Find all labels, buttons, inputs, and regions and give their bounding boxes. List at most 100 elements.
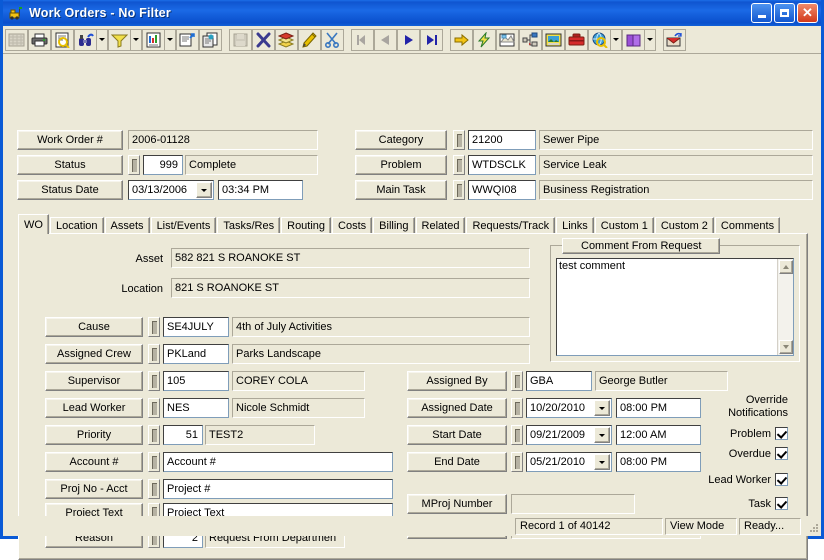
tab-custom-2[interactable]: Custom 2 — [654, 217, 714, 234]
project-number-label[interactable]: Proj No - Acct — [45, 479, 143, 499]
assigned-by-picker-button[interactable] — [511, 371, 523, 391]
assigned-date-picker-button[interactable] — [511, 398, 523, 418]
book-dropdown-arrow[interactable] — [645, 28, 656, 51]
lead-worker-code-field[interactable]: NES — [163, 398, 229, 418]
tab-routing[interactable]: Routing — [281, 217, 332, 234]
account-number-picker-button[interactable] — [148, 452, 160, 472]
tab-costs[interactable]: Costs — [332, 217, 373, 234]
override-overdue-row[interactable]: Overdue — [663, 447, 788, 460]
tab-custom-1[interactable]: Custom 1 — [594, 217, 654, 234]
mail-send-icon[interactable] — [663, 28, 686, 51]
problem-picker-button[interactable] — [453, 155, 465, 175]
problem-label[interactable]: Problem — [355, 155, 447, 175]
assigned-by-code-field[interactable]: GBA — [526, 371, 592, 391]
comment-scrollbar[interactable] — [777, 259, 793, 355]
comment-textarea[interactable]: test comment — [556, 258, 794, 356]
main-task-code-field[interactable]: WWQI08 — [468, 180, 536, 200]
project-number-field[interactable]: Project # — [163, 479, 393, 499]
chevron-down-icon[interactable] — [594, 427, 610, 443]
override-task-row[interactable]: Task — [663, 497, 788, 510]
mproj-number-label[interactable]: MProj Number — [407, 494, 507, 514]
status-code-field[interactable]: 999 — [143, 155, 183, 175]
supervisor-code-field[interactable]: 105 — [163, 371, 229, 391]
priority-code-field[interactable]: 51 — [163, 425, 203, 445]
cut-scissors-icon[interactable] — [321, 28, 344, 51]
globe-dropdown-arrow[interactable] — [611, 28, 622, 51]
tab-wo[interactable]: WO — [18, 214, 49, 234]
chevron-down-icon[interactable] — [594, 454, 610, 470]
lead-worker-label[interactable]: Lead Worker — [45, 398, 143, 418]
resize-grip-icon[interactable] — [805, 519, 819, 533]
lead-worker-picker-button[interactable] — [148, 398, 160, 418]
copy-record-icon[interactable] — [199, 28, 222, 51]
assigned-date-label[interactable]: Assigned Date — [407, 398, 507, 418]
status-date-label[interactable]: Status Date — [17, 180, 123, 200]
tab-list-events[interactable]: List/Events — [150, 217, 217, 234]
account-number-field[interactable]: Account # — [163, 452, 393, 472]
account-number-label[interactable]: Account # — [45, 452, 143, 472]
override-problem-checkbox[interactable] — [775, 427, 788, 440]
assigned-by-label[interactable]: Assigned By — [407, 371, 507, 391]
tab-assets[interactable]: Assets — [104, 217, 150, 234]
chevron-down-icon[interactable] — [594, 400, 610, 416]
report-dropdown-arrow[interactable] — [165, 28, 176, 51]
scroll-down-icon[interactable] — [778, 340, 793, 354]
assigned-crew-label[interactable]: Assigned Crew — [45, 344, 143, 364]
book-icon[interactable] — [622, 28, 645, 51]
main-task-label[interactable]: Main Task — [355, 180, 447, 200]
image-icon[interactable] — [542, 28, 565, 51]
scroll-up-icon[interactable] — [778, 260, 793, 274]
cause-label[interactable]: Cause — [45, 317, 143, 337]
tree-hierarchy-icon[interactable] — [519, 28, 542, 51]
cause-code-field[interactable]: SE4JULY — [163, 317, 229, 337]
goto-arrow-icon[interactable] — [450, 28, 473, 51]
grid-view-icon[interactable] — [5, 28, 28, 51]
start-date-label[interactable]: Start Date — [407, 425, 507, 445]
category-code-field[interactable]: 21200 — [468, 130, 536, 150]
nav-next-icon[interactable] — [397, 28, 420, 51]
lightning-icon[interactable] — [473, 28, 496, 51]
override-problem-row[interactable]: Problem — [663, 427, 788, 440]
category-label[interactable]: Category — [355, 130, 447, 150]
status-date-combo[interactable]: 03/13/2006 — [128, 180, 214, 200]
nav-prev-icon[interactable] — [374, 28, 397, 51]
save-icon[interactable] — [229, 28, 252, 51]
assigned-date-combo[interactable]: 10/20/2010 — [526, 398, 612, 418]
map-icon[interactable] — [496, 28, 519, 51]
mproj-number-field[interactable] — [511, 494, 635, 514]
assigned-crew-code-field[interactable]: PKLand — [163, 344, 229, 364]
print-preview-icon[interactable] — [51, 28, 74, 51]
nav-first-icon[interactable] — [351, 28, 374, 51]
location-field[interactable]: 821 S ROANOKE ST — [171, 278, 530, 298]
print-icon[interactable] — [28, 28, 51, 51]
work-order-number-label[interactable]: Work Order # — [17, 130, 123, 150]
tab-links[interactable]: Links — [556, 217, 594, 234]
start-date-combo[interactable]: 09/21/2009 — [526, 425, 612, 445]
tab-billing[interactable]: Billing — [373, 217, 415, 234]
delete-x-icon[interactable] — [252, 28, 275, 51]
find-binoculars-icon[interactable] — [74, 28, 97, 51]
cause-picker-button[interactable] — [148, 317, 160, 337]
work-order-number-field[interactable]: 2006-01128 — [128, 130, 318, 150]
override-task-checkbox[interactable] — [775, 497, 788, 510]
close-button[interactable]: ✕ — [797, 3, 818, 23]
priority-label[interactable]: Priority — [45, 425, 143, 445]
asset-field[interactable]: 582 821 S ROANOKE ST — [171, 248, 530, 268]
nav-last-icon[interactable] — [420, 28, 443, 51]
tab-tasks-res[interactable]: Tasks/Res — [217, 217, 281, 234]
edit-pencil-icon[interactable] — [298, 28, 321, 51]
stack-layers-icon[interactable] — [275, 28, 298, 51]
status-label[interactable]: Status — [17, 155, 123, 175]
supervisor-label[interactable]: Supervisor — [45, 371, 143, 391]
tab-requests-track[interactable]: Requests/Track — [466, 217, 556, 234]
maximize-button[interactable] — [774, 3, 795, 23]
supervisor-picker-button[interactable] — [148, 371, 160, 391]
end-date-label[interactable]: End Date — [407, 452, 507, 472]
override-lead-worker-checkbox[interactable] — [775, 473, 788, 486]
minimize-button[interactable] — [751, 3, 772, 23]
assigned-time-field[interactable]: 08:00 PM — [616, 398, 701, 418]
start-date-picker-button[interactable] — [511, 425, 523, 445]
project-number-picker-button[interactable] — [148, 479, 160, 499]
problem-code-field[interactable]: WTDSCLK — [468, 155, 536, 175]
toolbox-icon[interactable] — [565, 28, 588, 51]
